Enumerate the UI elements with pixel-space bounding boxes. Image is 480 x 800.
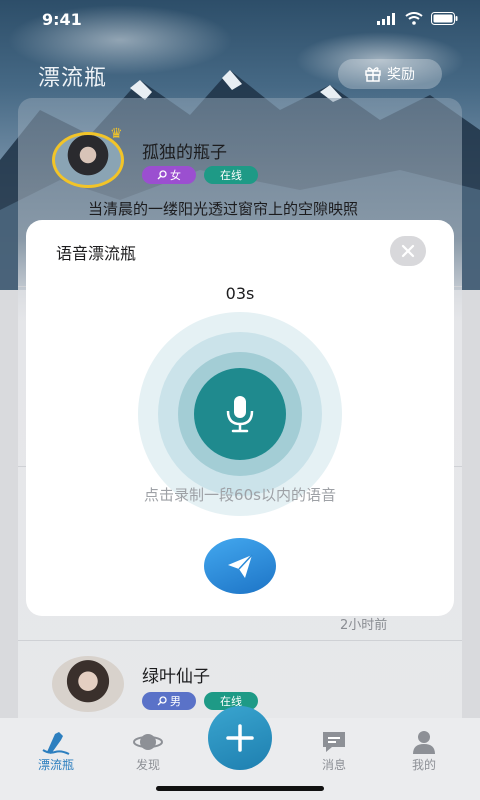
- planet-icon: [133, 734, 163, 750]
- modal-title: 语音漂流瓶: [56, 244, 137, 263]
- page-title: 漂流瓶: [38, 66, 108, 91]
- status-bar: 9:41: [0, 0, 480, 40]
- close-icon: [401, 244, 415, 258]
- crown-icon: ♛: [110, 126, 123, 142]
- status-badge: 在线: [204, 166, 258, 184]
- post-username[interactable]: 绿叶仙子: [142, 662, 210, 687]
- nav-item-messages[interactable]: 消息: [294, 728, 374, 773]
- create-bottle-button[interactable]: [208, 706, 272, 770]
- gift-icon: [365, 67, 381, 82]
- send-button[interactable]: [204, 538, 276, 594]
- nav-item-discover[interactable]: 发现: [108, 728, 188, 773]
- status-icons: [377, 12, 458, 25]
- bottle-icon: [42, 732, 70, 755]
- search-icon: [157, 696, 167, 706]
- post-time: 2小时前: [340, 618, 388, 633]
- wifi-icon: [405, 12, 423, 25]
- microphone-icon: [226, 396, 254, 433]
- message-icon: [323, 732, 345, 752]
- close-button[interactable]: [390, 236, 426, 266]
- reward-label: 奖励: [387, 67, 415, 83]
- gender-label: 男: [170, 695, 181, 708]
- paper-plane-icon: [228, 554, 253, 578]
- gender-tag: 男: [142, 692, 196, 710]
- gender-tag: 女: [142, 166, 196, 184]
- post-username[interactable]: 孤独的瓶子: [142, 138, 227, 163]
- nav-label: 漂流瓶: [37, 758, 74, 772]
- avatar[interactable]: [52, 656, 124, 712]
- nav-item-bottle[interactable]: 漂流瓶: [16, 728, 96, 773]
- status-label: 在线: [220, 169, 242, 182]
- home-indicator: [156, 786, 324, 791]
- record-button[interactable]: [194, 368, 286, 460]
- reward-button[interactable]: 奖励: [338, 59, 442, 89]
- record-timer: 03s: [225, 284, 255, 303]
- nav-label: 发现: [135, 758, 160, 772]
- signal-icon: [377, 12, 395, 25]
- battery-icon: [431, 12, 458, 25]
- nav-item-profile[interactable]: 我的: [384, 728, 464, 773]
- search-icon: [157, 170, 167, 180]
- user-icon: [413, 731, 435, 754]
- feed-divider: [18, 640, 462, 641]
- post-text[interactable]: 当清晨的一缕阳光透过窗帘上的空隙映照: [88, 198, 358, 219]
- voice-bottle-modal: 语音漂流瓶 03s 点击录制一段60s以内的语音: [26, 220, 454, 616]
- nav-label: 我的: [411, 758, 436, 772]
- nav-label: 消息: [321, 758, 346, 772]
- record-hint: 点击录制一段60s以内的语音: [144, 486, 336, 504]
- plus-icon: [226, 724, 254, 752]
- gender-label: 女: [170, 169, 181, 182]
- status-time: 9:41: [42, 10, 82, 29]
